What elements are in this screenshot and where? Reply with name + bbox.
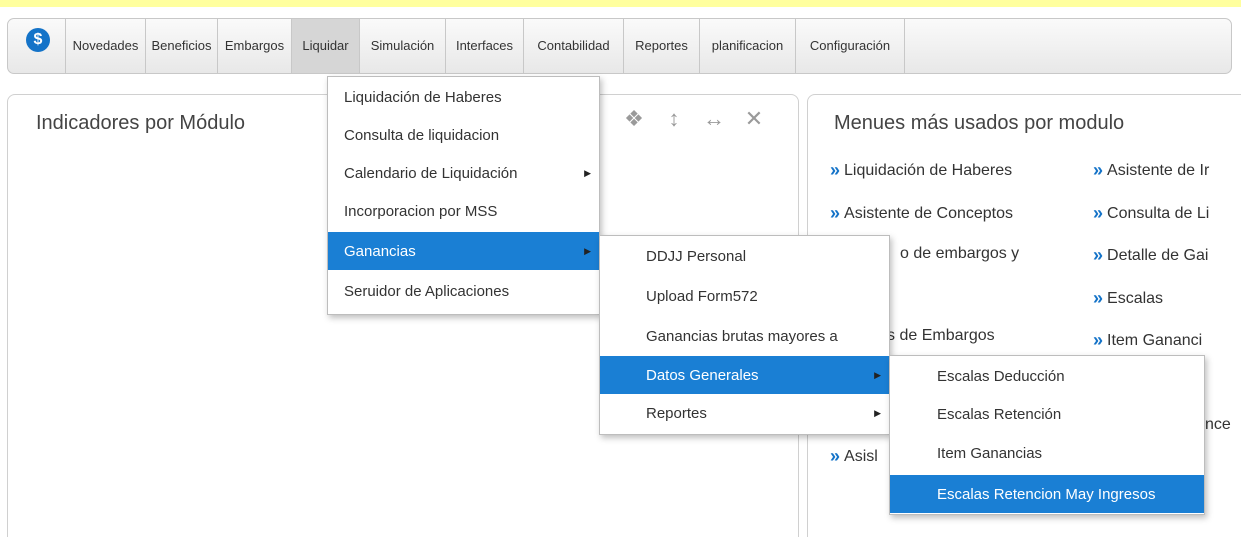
menu-embargos[interactable]: Embargos [217,19,291,73]
submenu-arrow-icon: ▶ [584,167,591,178]
list-item[interactable]: » Detalle de Gai [1093,245,1208,266]
resize-horizontal-icon[interactable]: ↔ [701,106,727,132]
submenu-arrow-icon: ▶ [874,407,881,418]
list-item[interactable]: » Liquidación de Haberes [830,160,1012,181]
menu-item-servidor-aplicaciones[interactable]: Seruidor de Aplicaciones [328,272,599,310]
menu-item-escalas-retencion[interactable]: Escalas Retención [890,395,1204,433]
panel-toolbar: ❖ ↕ ↔ ✕ [621,106,767,132]
chevron-right-icon: » [830,446,840,466]
main-menubar: $ Novedades Beneficios Embargos Liquidar… [7,18,1232,74]
list-item[interactable]: » Asistente de Ir [1093,160,1209,181]
move-icon[interactable]: ❖ [621,106,647,132]
list-item[interactable]: » Item Gananci [1093,330,1202,351]
list-item[interactable]: » Consulta de Li [1093,203,1209,224]
menu-planificacion[interactable]: planificacion [699,19,795,73]
datos-generales-submenu: Escalas Deducción Escalas Retención Item… [889,355,1205,515]
menu-item-item-ganancias[interactable]: Item Ganancias [890,434,1204,472]
chevron-right-icon: » [830,203,840,223]
menu-item-consulta-liquidacion[interactable]: Consulta de liquidacion [328,116,599,154]
close-icon[interactable]: ✕ [741,106,767,132]
menu-item-reportes[interactable]: Reportes ▶ [600,394,889,432]
chevron-right-icon: » [830,160,840,180]
menu-item-escalas-deduccion[interactable]: Escalas Deducción [890,357,1204,395]
menu-item-calendario-liquidacion[interactable]: Calendario de Liquidación ▶ [328,154,599,192]
submenu-arrow-icon: ▶ [584,245,591,256]
menu-item-ddjj-personal[interactable]: DDJJ Personal [600,237,889,275]
resize-vertical-icon[interactable]: ↕ [661,106,687,132]
menu-simulacion[interactable]: Simulación [359,19,445,73]
menu-interfaces[interactable]: Interfaces [445,19,523,73]
chevron-right-icon: » [1093,245,1103,265]
list-item[interactable]: s de Embargos [887,327,995,345]
menu-liquidar[interactable]: Liquidar [291,19,359,73]
list-item[interactable]: » Escalas [1093,288,1163,309]
chevron-right-icon: » [1093,330,1103,350]
menu-novedades[interactable]: Novedades [65,19,145,73]
dollar-logo-icon[interactable]: $ [26,28,50,52]
top-stripe [0,0,1241,7]
list-item[interactable]: » Asisl [830,446,878,467]
menu-configuracion[interactable]: Configuración [795,19,905,73]
indicadores-panel-title: Indicadores por Módulo [36,112,246,134]
list-item[interactable]: nce [1205,416,1231,434]
menu-contabilidad[interactable]: Contabilidad [523,19,623,73]
menu-beneficios[interactable]: Beneficios [145,19,217,73]
menu-reportes[interactable]: Reportes [623,19,699,73]
menues-panel-title: Menues más usados por modulo [834,112,1125,134]
menu-item-incorporacion-mss[interactable]: Incorporacion por MSS [328,192,599,230]
menu-item-upload-form572[interactable]: Upload Form572 [600,277,889,315]
chevron-right-icon: » [1093,203,1103,223]
submenu-arrow-icon: ▶ [874,369,881,380]
list-item[interactable]: » Asistente de Conceptos [830,203,1013,224]
list-item[interactable]: o de embargos y [900,245,1019,263]
ganancias-submenu: DDJJ Personal Upload Form572 Ganancias b… [599,235,890,435]
menu-item-datos-generales[interactable]: Datos Generales ▶ [600,356,889,394]
chevron-right-icon: » [1093,288,1103,308]
menu-item-escalas-retencion-may-ingresos[interactable]: Escalas Retencion May Ingresos [890,475,1204,513]
liquidar-dropdown: Liquidación de Haberes Consulta de liqui… [327,76,600,315]
menu-item-ganancias[interactable]: Ganancias ▶ [328,232,599,270]
menu-item-liquidacion-haberes[interactable]: Liquidación de Haberes [328,78,599,116]
chevron-right-icon: » [1093,160,1103,180]
menu-item-ganancias-brutas[interactable]: Ganancias brutas mayores a [600,317,889,355]
